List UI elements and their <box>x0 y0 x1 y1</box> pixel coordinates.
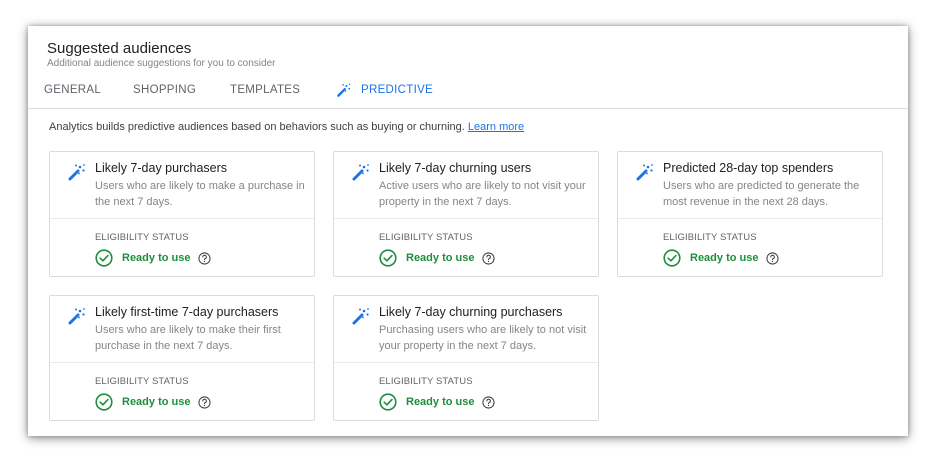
tab-label: GENERAL <box>44 84 102 96</box>
info-description: Analytics builds predictive audiences ba… <box>49 121 465 133</box>
eligibility-label: ELIGIBILITY STATUS <box>663 232 757 243</box>
eligibility-status: Ready to use <box>379 393 496 411</box>
tab-bar: GENERAL SHOPPING TEMPLATES PREDICTIVE <box>28 80 908 109</box>
eligibility-status: Ready to use <box>95 249 212 267</box>
panel-title: Suggested audiences <box>47 40 192 57</box>
status-text: Ready to use <box>122 396 191 408</box>
card-description: Purchasing users who are likely to not v… <box>379 324 587 352</box>
audience-card-likely-7-day-churning-users[interactable]: Likely 7-day churning users Active users… <box>333 151 599 277</box>
card-description: Active users who are likely to not visit… <box>379 180 586 208</box>
check-circle-icon <box>663 249 681 267</box>
info-text: Analytics builds predictive audiences ba… <box>49 121 524 133</box>
magic-wand-icon <box>636 164 653 181</box>
tab-predictive[interactable]: PREDICTIVE <box>336 82 433 98</box>
tab-templates[interactable]: TEMPLATES <box>230 82 300 98</box>
help-icon[interactable] <box>766 251 780 265</box>
help-icon[interactable] <box>198 395 212 409</box>
magic-wand-icon <box>68 164 85 181</box>
card-divider <box>618 218 882 219</box>
card-title: Likely 7-day purchasers <box>95 161 228 175</box>
magic-wand-icon <box>352 164 369 181</box>
audience-card-likely-7-day-purchasers[interactable]: Likely 7-day purchasers Users who are li… <box>49 151 315 277</box>
help-icon[interactable] <box>482 251 496 265</box>
status-text: Ready to use <box>122 252 191 264</box>
check-circle-icon <box>379 393 397 411</box>
eligibility-label: ELIGIBILITY STATUS <box>379 376 473 387</box>
eligibility-status: Ready to use <box>95 393 212 411</box>
help-icon[interactable] <box>198 251 212 265</box>
check-circle-icon <box>379 249 397 267</box>
suggested-audiences-panel: Suggested audiences Additional audience … <box>28 26 908 436</box>
audience-card-predicted-28-day-top-spenders[interactable]: Predicted 28-day top spenders Users who … <box>617 151 883 277</box>
tab-label: SHOPPING <box>133 84 197 96</box>
status-text: Ready to use <box>690 252 759 264</box>
card-description: Users who are predicted to generate the … <box>663 180 860 208</box>
tab-label: PREDICTIVE <box>361 84 434 96</box>
card-title: Likely 7-day churning purchasers <box>379 305 563 319</box>
card-divider <box>50 362 314 363</box>
audience-card-likely-7-day-churning-purchasers[interactable]: Likely 7-day churning purchasers Purchas… <box>333 295 599 421</box>
card-title: Likely first-time 7-day purchasers <box>95 305 279 319</box>
card-title: Predicted 28-day top spenders <box>663 161 834 175</box>
status-text: Ready to use <box>406 252 475 264</box>
tab-shopping[interactable]: SHOPPING <box>133 82 196 98</box>
magic-wand-icon <box>68 308 85 325</box>
magic-wand-icon <box>337 83 351 97</box>
audience-card-likely-first-time-7-day-purchasers[interactable]: Likely first-time 7-day purchasers Users… <box>49 295 315 421</box>
eligibility-status: Ready to use <box>663 249 780 267</box>
help-icon[interactable] <box>482 395 496 409</box>
card-description: Users who are likely to make a purchase … <box>95 180 305 208</box>
card-description: Users who are likely to make their first… <box>95 324 281 352</box>
card-divider <box>50 218 314 219</box>
panel-subtitle: Additional audience suggestions for you … <box>47 58 276 69</box>
check-circle-icon <box>95 393 113 411</box>
eligibility-label: ELIGIBILITY STATUS <box>95 376 189 387</box>
eligibility-label: ELIGIBILITY STATUS <box>95 232 189 243</box>
tab-general[interactable]: GENERAL <box>44 82 101 98</box>
magic-wand-icon <box>352 308 369 325</box>
tab-label: TEMPLATES <box>230 84 301 96</box>
card-divider <box>334 362 598 363</box>
eligibility-status: Ready to use <box>379 249 496 267</box>
learn-more-link[interactable]: Learn more <box>468 121 524 133</box>
check-circle-icon <box>95 249 113 267</box>
eligibility-label: ELIGIBILITY STATUS <box>379 232 473 243</box>
card-divider <box>334 218 598 219</box>
status-text: Ready to use <box>406 396 475 408</box>
card-title: Likely 7-day churning users <box>379 161 532 175</box>
